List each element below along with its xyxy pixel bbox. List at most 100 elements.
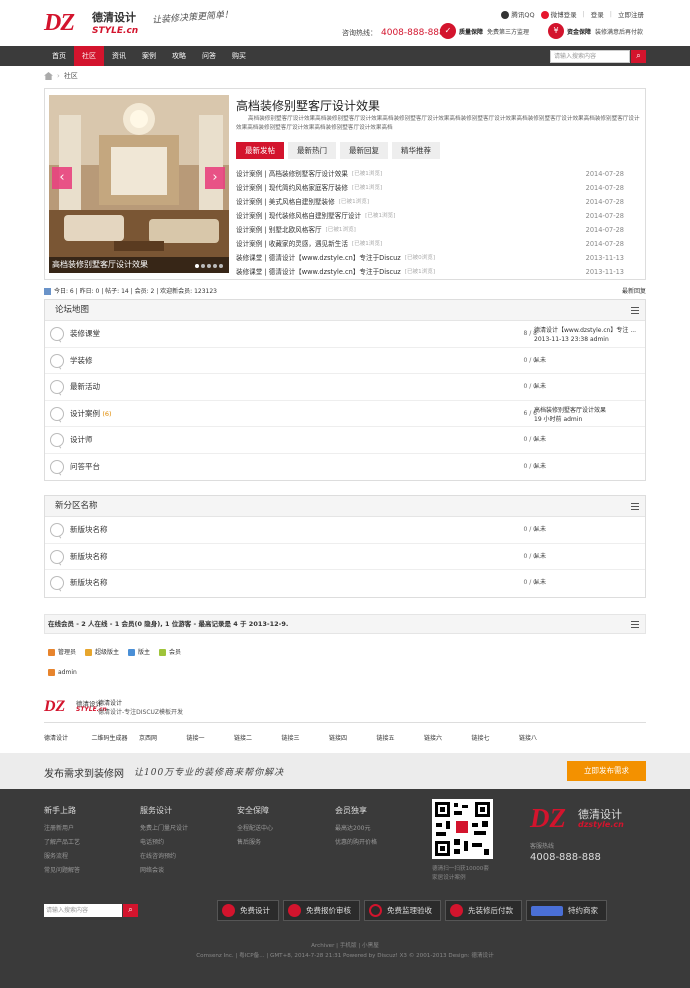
free-design-button[interactable]: 免费设计 [217,900,279,921]
list-item[interactable]: 设计案例 | 收藏家的灵感，遇见新生活 [已被1浏览] 2014-07-28 [236,237,624,251]
friend-link[interactable]: 链接二 [234,733,282,742]
thread-title[interactable]: 设计案例 | 收藏家的灵感，遇见新生活 [236,237,348,251]
forum-row[interactable]: 最新活动 0 / 0 从未 [45,374,645,401]
forum-name[interactable]: 问答平台 [70,454,100,480]
footer-link[interactable]: 在线咨询预约 [140,850,188,864]
footer-link[interactable]: 了解产品工艺 [44,836,80,850]
slider-dot[interactable] [201,264,205,268]
nav-guides[interactable]: 攻略 [164,46,194,66]
thread-title[interactable]: 设计案例 | 现代装修风格自建别墅客厅设计 [236,209,361,223]
slider-dot[interactable] [195,264,199,268]
breadcrumb-current[interactable]: 社区 [64,71,78,81]
footer-link[interactable]: 服务流程 [44,850,80,864]
tab-featured[interactable]: 精华推荐 [392,142,440,159]
forum-name[interactable]: 装修课堂 [70,321,100,347]
footer-link[interactable]: 电话预约 [140,836,188,850]
list-item[interactable]: 设计案例 | 现代装修风格自建别墅客厅设计 [已被1浏览] 2014-07-28 [236,209,624,223]
list-toggle-icon[interactable] [631,307,639,314]
forum-last-post[interactable]: 高档装修别墅客厅设计效果 19 小时前 admin [534,406,642,424]
footer-search-button[interactable]: ⌕ [123,904,138,917]
tab-hot[interactable]: 最新热门 [288,142,336,159]
friend-link[interactable]: 链接三 [282,733,330,742]
tab-latest-posts[interactable]: 最新发帖 [236,142,284,159]
nav-search-button[interactable]: ⌕ [631,50,646,63]
thread-title[interactable]: 设计案例 | 高档装修别墅客厅设计效果 [236,167,348,181]
forum-row[interactable]: 装修课堂 8 / 8 德清设计【www.dzstyle.cn】专注 ... 2013-… [45,321,645,348]
login-link[interactable]: 登录 [591,9,604,19]
forum-last-post[interactable]: 德清设计【www.dzstyle.cn】专注 ... 2013-11-13 23:… [534,326,642,344]
home-icon[interactable] [44,72,53,80]
friend-link[interactable]: 二维码生成器 [92,733,140,742]
slider-dot[interactable] [207,264,211,268]
group-header[interactable]: 新分区名称 [45,496,645,517]
online-members-bar[interactable]: 在线会员 - 2 人在线 - 1 会员(0 隐身), 1 位游客 - 最高记录是… [44,614,646,634]
friend-link[interactable]: 链接七 [472,733,520,742]
friend-link[interactable]: 链接一 [187,733,235,742]
forum-row[interactable]: 学装修 0 / 0 从未 [45,348,645,374]
forum-row[interactable]: 新版块名称 0 / 0 从未 [45,544,645,570]
list-item[interactable]: 设计案例 | 高档装修别墅客厅设计效果 [已被1浏览] 2014-07-28 [236,167,624,181]
thread-title[interactable]: 设计案例 | 别墅北欧风格客厅 [236,223,322,237]
nav-cases[interactable]: 案例 [134,46,164,66]
list-item[interactable]: 装修课堂 | 德清设计【www.dzstyle.cn】专注于Discuz [已被1… [236,265,624,279]
footer-site-name[interactable]: 德清设计 [98,700,122,707]
qq-login-link[interactable]: 腾讯QQ [501,9,535,19]
friend-link[interactable]: 链接四 [329,733,377,742]
nav-qa[interactable]: 问答 [194,46,224,66]
nav-search-input[interactable]: 请输入搜索内容 [550,50,630,63]
thread-title[interactable]: 设计案例 | 现代简约风格家庭客厅装修 [236,181,348,195]
slider-dot[interactable] [213,264,217,268]
nav-news[interactable]: 资讯 [104,46,134,66]
forum-name[interactable]: 新版块名称 [70,517,108,543]
footer-search-input[interactable]: 请输入搜索内容 [44,904,122,917]
forum-row[interactable]: 新版块名称 0 / 0 从未 [45,570,645,597]
footer-link[interactable]: 全程配送中心 [237,822,273,836]
partner-merchant-button[interactable]: 特约商家 [526,900,607,921]
slider-prev-button[interactable]: ‹ [52,167,72,189]
list-toggle-icon[interactable] [631,503,639,510]
footer-link[interactable]: 优惠的购开价格 [335,836,377,850]
friend-link[interactable]: 链接五 [377,733,425,742]
image-slider[interactable]: ‹ › 高档装修别墅客厅设计效果 [49,95,229,273]
free-inspection-button[interactable]: 免费监理验收 [364,900,441,921]
forum-row[interactable]: 新版块名称 0 / 0 从未 [45,517,645,544]
tab-latest-replies[interactable]: 最新回复 [340,142,388,159]
forum-name[interactable]: 设计案例 (6) [70,401,112,427]
forum-row[interactable]: 问答平台 0 / 0 从未 [45,454,645,481]
nav-home[interactable]: 首页 [44,46,74,66]
publish-request-button[interactable]: 立即发布需求 [567,761,646,781]
footer-link[interactable]: 常见问题解答 [44,864,80,878]
list-item[interactable]: 设计案例 | 美式风格自建别墅装修 [已被1浏览] 2014-07-28 [236,195,624,209]
list-item[interactable]: 设计案例 | 现代简约风格家庭客厅装修 [已被1浏览] 2014-07-28 [236,181,624,195]
footer-bottom-links[interactable]: Archiver | 手机版 | 小黑屋 [311,943,379,949]
pay-after-button[interactable]: 先装修后付款 [445,900,522,921]
slider-next-button[interactable]: › [205,167,225,189]
weibo-login-link[interactable]: 微博登录 [540,9,577,19]
slider-dot[interactable] [219,264,223,268]
friend-link[interactable]: 德清设计 [44,733,92,742]
footer-link[interactable]: 最高达200元 [335,822,377,836]
feature-title[interactable]: 高档装修别墅客厅设计效果 [236,97,380,114]
forum-name[interactable]: 设计师 [70,427,93,453]
online-user-admin[interactable]: admin [48,669,77,676]
footer-link[interactable]: 免费上门量尺设计 [140,822,188,836]
forum-name[interactable]: 新版块名称 [70,544,108,570]
forum-row[interactable]: 设计师 0 / 0 从未 [45,427,645,454]
list-item[interactable]: 装修课堂 | 德清设计【www.dzstyle.cn】专注于Discuz [已被0… [236,251,624,265]
list-item[interactable]: 设计案例 | 别墅北欧风格客厅 [已被1浏览] 2014-07-28 [236,223,624,237]
latest-replies-link[interactable]: 最新回复 [622,286,646,295]
friend-link[interactable]: 链接八 [519,733,567,742]
footer-link[interactable]: 注册新用户 [44,822,80,836]
site-logo[interactable]: DZ 德清设计 STYLE.cn [44,10,144,38]
group-header[interactable]: 论坛地图 [45,300,645,321]
forum-name[interactable]: 最新活动 [70,374,100,400]
forum-row[interactable]: 设计案例 (6) 6 / 6 高档装修别墅客厅设计效果 19 小时前 admin [45,401,645,427]
free-quote-review-button[interactable]: 免费报价审核 [283,900,360,921]
footer-link[interactable]: 网络会谈 [140,864,188,878]
forum-name[interactable]: 学装修 [70,348,93,374]
thread-title[interactable]: 装修课堂 | 德清设计【www.dzstyle.cn】专注于Discuz [236,265,401,279]
nav-community[interactable]: 社区 [74,46,104,66]
friend-link[interactable]: 链接六 [424,733,472,742]
thread-title[interactable]: 设计案例 | 美式风格自建别墅装修 [236,195,335,209]
list-toggle-icon[interactable] [631,621,639,628]
